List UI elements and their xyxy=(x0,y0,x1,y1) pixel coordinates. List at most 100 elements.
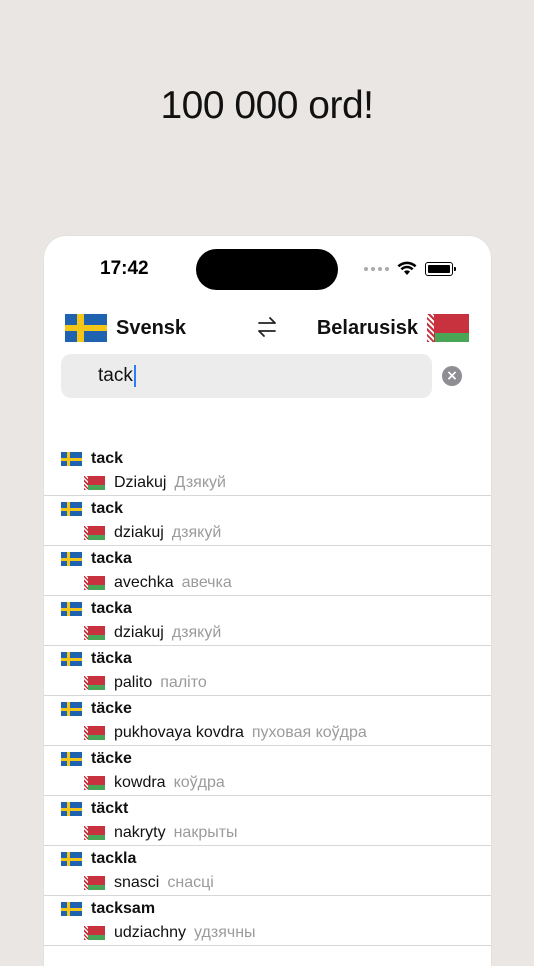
language-selector: Svensk Belarusisk xyxy=(44,314,491,344)
signal-icon xyxy=(364,266,389,271)
result-word: tacka xyxy=(61,600,132,618)
translation-latin: nakryty xyxy=(114,824,166,841)
result-word: tacksam xyxy=(61,900,155,918)
word-text: tacksam xyxy=(91,900,156,917)
status-indicators xyxy=(364,261,456,276)
sweden-flag-icon xyxy=(61,902,82,916)
result-word: täcke xyxy=(61,750,132,768)
translation-cyrillic: коўдра xyxy=(173,774,225,791)
sweden-flag-icon xyxy=(61,602,82,616)
translation-cyrillic: дзякуй xyxy=(171,624,222,641)
status-time: 17:42 xyxy=(100,258,149,279)
result-word: täcke xyxy=(61,700,132,718)
result-translation: snasci снасці xyxy=(84,874,214,892)
word-text: tacka xyxy=(91,600,132,617)
translation-cyrillic: снасці xyxy=(167,874,214,891)
belarus-flag-icon xyxy=(84,726,105,740)
translation-latin: pukhovaya kovdra xyxy=(114,724,244,741)
translation-cyrillic: удзячны xyxy=(194,924,256,941)
sweden-flag-icon xyxy=(61,502,82,516)
word-text: täcke xyxy=(91,700,132,717)
word-text: täckt xyxy=(91,800,129,817)
sweden-flag-icon xyxy=(61,452,82,466)
result-row[interactable]: täcke kowdra коўдра xyxy=(44,746,491,796)
word-text: tack xyxy=(91,500,124,517)
target-language-button[interactable]: Belarusisk xyxy=(317,314,469,342)
result-row[interactable]: tacka avechka авечка xyxy=(44,546,491,596)
translation-cyrillic: паліто xyxy=(160,674,207,691)
result-word: tack xyxy=(61,450,123,468)
translation-latin: dziakuj xyxy=(114,524,164,541)
swap-arrows-icon[interactable] xyxy=(255,315,279,339)
result-row[interactable]: tacksam udziachny удзячны xyxy=(44,896,491,946)
result-translation: avechka авечка xyxy=(84,574,232,592)
search-input[interactable]: tack xyxy=(61,354,432,398)
result-translation: nakryty накрыты xyxy=(84,824,238,842)
dynamic-island xyxy=(196,249,338,290)
result-word: tack xyxy=(61,500,123,518)
result-row[interactable]: tack Dziakuj Дзякуй xyxy=(44,446,491,496)
belarus-flag-icon xyxy=(84,776,105,790)
battery-icon xyxy=(425,261,456,276)
belarus-flag-icon xyxy=(84,576,105,590)
wifi-icon xyxy=(397,261,417,275)
result-row[interactable]: täckt nakryty накрыты xyxy=(44,796,491,846)
sweden-flag-icon xyxy=(61,852,82,866)
translation-cyrillic: дзякуй xyxy=(171,524,222,541)
translation-latin: Dziakuj xyxy=(114,474,167,491)
sweden-flag-icon xyxy=(61,802,82,816)
translation-cyrillic: Дзякуй xyxy=(174,474,226,491)
source-language-label: Svensk xyxy=(116,316,187,339)
translation-latin: kowdra xyxy=(114,774,166,791)
translation-latin: snasci xyxy=(114,874,160,891)
belarus-flag-icon xyxy=(84,826,105,840)
belarus-flag-icon xyxy=(84,526,105,540)
belarus-flag-icon xyxy=(84,476,105,490)
result-translation: dziakuj дзякуй xyxy=(84,524,221,542)
word-text: täcka xyxy=(91,650,132,667)
translation-latin: avechka xyxy=(114,574,174,591)
result-word: täcka xyxy=(61,650,132,668)
result-row[interactable]: täcke pukhovaya kovdra пуховая коўдра xyxy=(44,696,491,746)
result-translation: Dziakuj Дзякуй xyxy=(84,474,226,492)
sweden-flag-icon xyxy=(61,702,82,716)
result-row[interactable]: tackla snasci снасці xyxy=(44,846,491,896)
translation-cyrillic: авечка xyxy=(181,574,232,591)
result-translation: pukhovaya kovdra пуховая коўдра xyxy=(84,724,367,742)
result-translation: kowdra коўдра xyxy=(84,774,225,792)
translation-latin: dziakuj xyxy=(114,624,164,641)
result-row[interactable]: täcka palito паліто xyxy=(44,646,491,696)
sweden-flag-icon xyxy=(61,552,82,566)
phone-screen: 17:42 Svensk Belarusisk tack × tack Dziak… xyxy=(44,236,491,966)
sweden-flag-icon xyxy=(61,752,82,766)
target-language-label: Belarusisk xyxy=(316,316,418,339)
clear-circle-icon[interactable]: × xyxy=(442,366,462,386)
word-text: täcke xyxy=(91,750,132,767)
result-word: tacka xyxy=(61,550,132,568)
belarus-flag-icon xyxy=(427,314,469,342)
headline: 100 000 ord! xyxy=(160,84,374,127)
result-translation: dziakuj дзякуй xyxy=(84,624,221,642)
result-row[interactable]: tack dziakuj дзякуй xyxy=(44,496,491,546)
result-word: tackla xyxy=(61,850,136,868)
translation-latin: palito xyxy=(114,674,153,691)
results-list: tack Dziakuj Дзякуй tack dziakuj дзякуй tacka a… xyxy=(44,446,491,946)
sweden-flag-icon xyxy=(61,652,82,666)
translation-cyrillic: накрыты xyxy=(173,824,238,841)
translation-cyrillic: пуховая коўдра xyxy=(251,724,367,741)
result-word: täckt xyxy=(61,800,128,818)
search-input-value[interactable]: tack xyxy=(98,365,136,387)
word-text: tacka xyxy=(91,550,132,567)
sweden-flag-icon xyxy=(65,314,107,342)
belarus-flag-icon xyxy=(84,626,105,640)
translation-latin: udziachny xyxy=(114,924,187,941)
belarus-flag-icon xyxy=(84,676,105,690)
result-row[interactable]: tacka dziakuj дзякуй xyxy=(44,596,491,646)
result-translation: palito паліто xyxy=(84,674,207,692)
source-language-button[interactable]: Svensk xyxy=(65,314,186,342)
belarus-flag-icon xyxy=(84,926,105,940)
result-translation: udziachny удзячны xyxy=(84,924,256,942)
word-text: tack xyxy=(91,450,124,467)
word-text: tackla xyxy=(91,850,137,867)
belarus-flag-icon xyxy=(84,876,105,890)
